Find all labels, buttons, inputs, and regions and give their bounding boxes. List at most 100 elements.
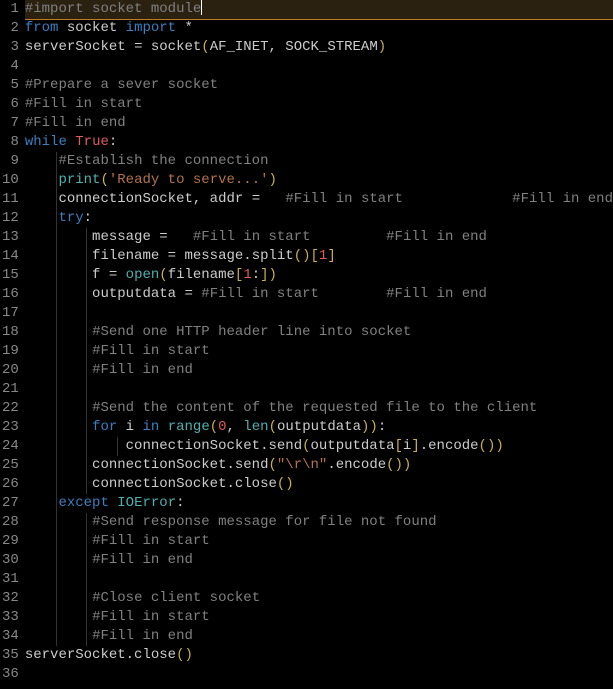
code-token: ()) — [386, 457, 411, 473]
code-token: addr — [201, 191, 251, 207]
indent-guide — [56, 399, 57, 418]
indent-guide — [56, 551, 57, 570]
code-line[interactable]: connectionSocket.send("\r\n".encode()) — [25, 456, 613, 475]
code-token: message.split — [176, 248, 294, 264]
code-token: #Fill in end — [25, 115, 126, 131]
code-token: #Establish the connection — [58, 153, 268, 169]
code-line[interactable]: filename = message.split()[1] — [25, 247, 613, 266]
code-line[interactable]: #Fill in end — [25, 361, 613, 380]
code-token: .encode — [327, 457, 386, 473]
indent-guide — [56, 627, 57, 646]
code-line[interactable]: connectionSocket, addr = #Fill in start … — [25, 190, 613, 209]
code-token: serverSocket.close — [25, 647, 176, 663]
code-token: outputdata — [311, 438, 395, 454]
line-number: 14 — [0, 247, 19, 266]
code-line[interactable]: #Fill in end — [25, 551, 613, 570]
code-token: * — [176, 20, 193, 36]
indent-guide — [86, 551, 87, 570]
code-editor[interactable]: 1234567891011121314151617181920212223242… — [0, 0, 613, 684]
line-number: 36 — [0, 665, 19, 684]
code-line[interactable]: #Fill in end — [25, 627, 613, 646]
code-line[interactable]: #Fill in start — [25, 532, 613, 551]
code-token: : — [252, 267, 260, 283]
code-token: #Fill in start — [193, 229, 311, 245]
indent-guide — [56, 171, 57, 190]
code-line[interactable] — [25, 304, 613, 323]
code-token: : — [84, 210, 92, 226]
code-line[interactable]: #Send one HTTP header line into socket — [25, 323, 613, 342]
indent-guide — [56, 323, 57, 342]
code-token — [25, 210, 59, 226]
code-token: ( — [210, 419, 218, 435]
line-number: 18 — [0, 323, 19, 342]
code-token — [25, 362, 92, 378]
line-number: 5 — [0, 76, 19, 95]
code-line[interactable]: #Fill in start — [25, 608, 613, 627]
code-line[interactable]: #Send response message for file not foun… — [25, 513, 613, 532]
code-line[interactable] — [25, 665, 613, 684]
line-number: 34 — [0, 627, 19, 646]
code-line[interactable]: #Fill in start — [25, 95, 613, 114]
indent-guide — [86, 361, 87, 380]
code-token: #Fill in start — [92, 343, 210, 359]
indent-guide — [86, 399, 87, 418]
line-number: 2 — [0, 19, 19, 38]
code-line[interactable]: for i in range(0, len(outputdata)): — [25, 418, 613, 437]
indent-guide — [56, 532, 57, 551]
code-token: #Fill in start — [201, 286, 319, 302]
code-line[interactable]: try: — [25, 209, 613, 228]
code-token: except — [58, 495, 108, 511]
code-line[interactable]: f = open(filename[1:]) — [25, 266, 613, 285]
code-token: )) — [361, 419, 378, 435]
code-line[interactable]: connectionSocket.send(outputdata[i].enco… — [25, 437, 613, 456]
code-token: i — [117, 419, 142, 435]
code-line[interactable]: #Fill in start — [25, 342, 613, 361]
code-token — [25, 153, 59, 169]
code-token: .encode — [420, 438, 479, 454]
code-token — [25, 172, 59, 188]
code-token: socket — [58, 20, 125, 36]
code-area[interactable]: #import socket modulefrom socket import … — [25, 0, 613, 684]
code-line[interactable]: #Prepare a sever socket — [25, 76, 613, 95]
code-token — [168, 229, 193, 245]
code-line[interactable]: serverSocket.close() — [25, 646, 613, 665]
code-line[interactable]: outputdata = #Fill in start #Fill in end — [25, 285, 613, 304]
indent-guide — [56, 304, 57, 323]
line-number: 22 — [0, 399, 19, 418]
indent-guide — [56, 247, 57, 266]
line-number: 4 — [0, 57, 19, 76]
indent-guide — [56, 437, 57, 456]
line-number: 21 — [0, 380, 19, 399]
code-line[interactable]: except IOError: — [25, 494, 613, 513]
line-number: 25 — [0, 456, 19, 475]
code-line[interactable]: connectionSocket.close() — [25, 475, 613, 494]
code-token: AF_INET — [210, 39, 269, 55]
code-token: #Fill in end — [512, 191, 613, 207]
code-line[interactable]: print('Ready to serve...') — [25, 171, 613, 190]
code-token: in — [143, 419, 160, 435]
code-line[interactable]: #Establish the connection — [25, 152, 613, 171]
code-token — [403, 191, 512, 207]
code-token: message — [25, 229, 159, 245]
indent-guide — [86, 475, 87, 494]
code-token: ( — [268, 457, 276, 473]
code-token: import — [126, 20, 176, 36]
code-line[interactable] — [25, 570, 613, 589]
code-line[interactable]: while True: — [25, 133, 613, 152]
code-token: #Fill in end — [92, 362, 193, 378]
code-token: #Prepare a sever socket — [25, 77, 218, 93]
code-line[interactable]: #import socket module — [25, 0, 613, 20]
code-line[interactable]: #Send the content of the requested file … — [25, 399, 613, 418]
code-token: #Send one HTTP header line into socket — [92, 324, 411, 340]
code-token: #Fill in end — [92, 628, 193, 644]
code-token: = — [159, 229, 167, 245]
code-line[interactable] — [25, 57, 613, 76]
code-line[interactable]: #Close client socket — [25, 589, 613, 608]
code-line[interactable]: #Fill in end — [25, 114, 613, 133]
code-line[interactable]: message = #Fill in start #Fill in end — [25, 228, 613, 247]
code-token: connectionSocket.close — [25, 476, 277, 492]
code-line[interactable]: from socket import * — [25, 19, 613, 38]
line-number: 13 — [0, 228, 19, 247]
code-line[interactable] — [25, 380, 613, 399]
code-line[interactable]: serverSocket = socket(AF_INET, SOCK_STRE… — [25, 38, 613, 57]
